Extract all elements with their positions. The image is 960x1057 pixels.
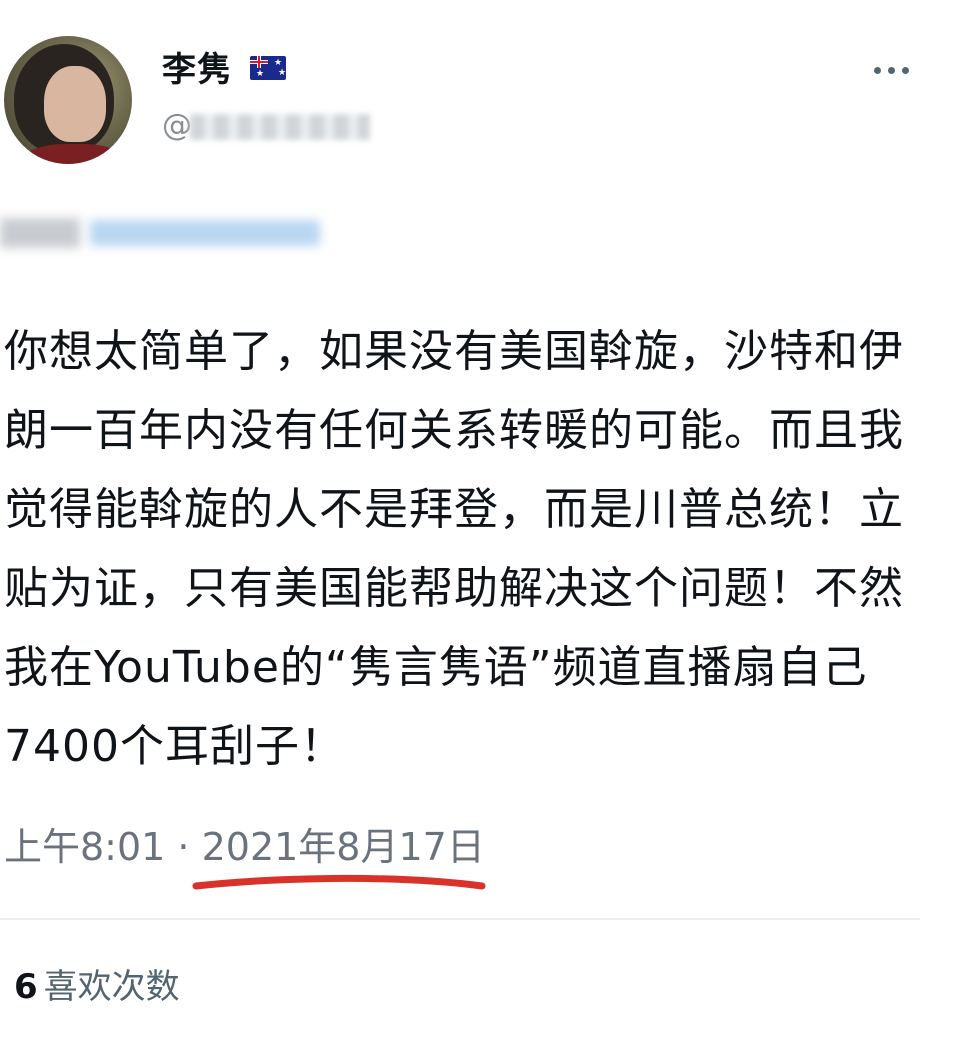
handle-prefix: @ [162, 108, 192, 143]
avatar-face [44, 66, 106, 142]
australia-flag-icon: ★ ★ ★ [250, 56, 286, 80]
union-jack-red [250, 56, 268, 68]
redacted-link [90, 220, 320, 246]
dot [874, 67, 881, 74]
avatar-clothing [24, 144, 124, 164]
star-icon: ★ [256, 69, 265, 79]
more-options-icon[interactable] [872, 58, 912, 84]
star-icon: ★ [274, 58, 283, 68]
timestamp-separator: · [165, 825, 202, 869]
dot [902, 67, 909, 74]
likes-count: 6 [14, 967, 38, 1007]
display-name[interactable]: 李隽 [162, 50, 232, 90]
tweet-time: 上午8:01 [4, 825, 166, 869]
divider [0, 918, 920, 920]
tweet-timestamp[interactable]: 上午8:01 · 2021年8月17日 [4, 822, 485, 872]
star-icon: ★ [278, 68, 286, 78]
tweet-date: 2021年8月17日 [201, 825, 485, 869]
redacted-reply-line [0, 212, 330, 252]
handle-redaction [190, 114, 370, 140]
likes-label: 喜欢次数 [43, 967, 180, 1007]
likes-stat[interactable]: 6 喜欢次数 [14, 962, 180, 1012]
dot [888, 67, 895, 74]
user-handle[interactable]: @ [162, 108, 372, 144]
tweet-text: 你想太简单了，如果没有美国斡旋，沙特和伊 朗一百年内没有任何关系转暖的可能。而且… [4, 326, 904, 772]
red-underline-annotation [192, 874, 486, 890]
tweet-card: 李隽 ★ ★ ★ @ 你想太简单了，如果没有美国斡旋，沙特和伊 朗一百年内没有任… [0, 0, 960, 1057]
avatar[interactable] [4, 36, 132, 164]
redacted-text [0, 218, 80, 248]
